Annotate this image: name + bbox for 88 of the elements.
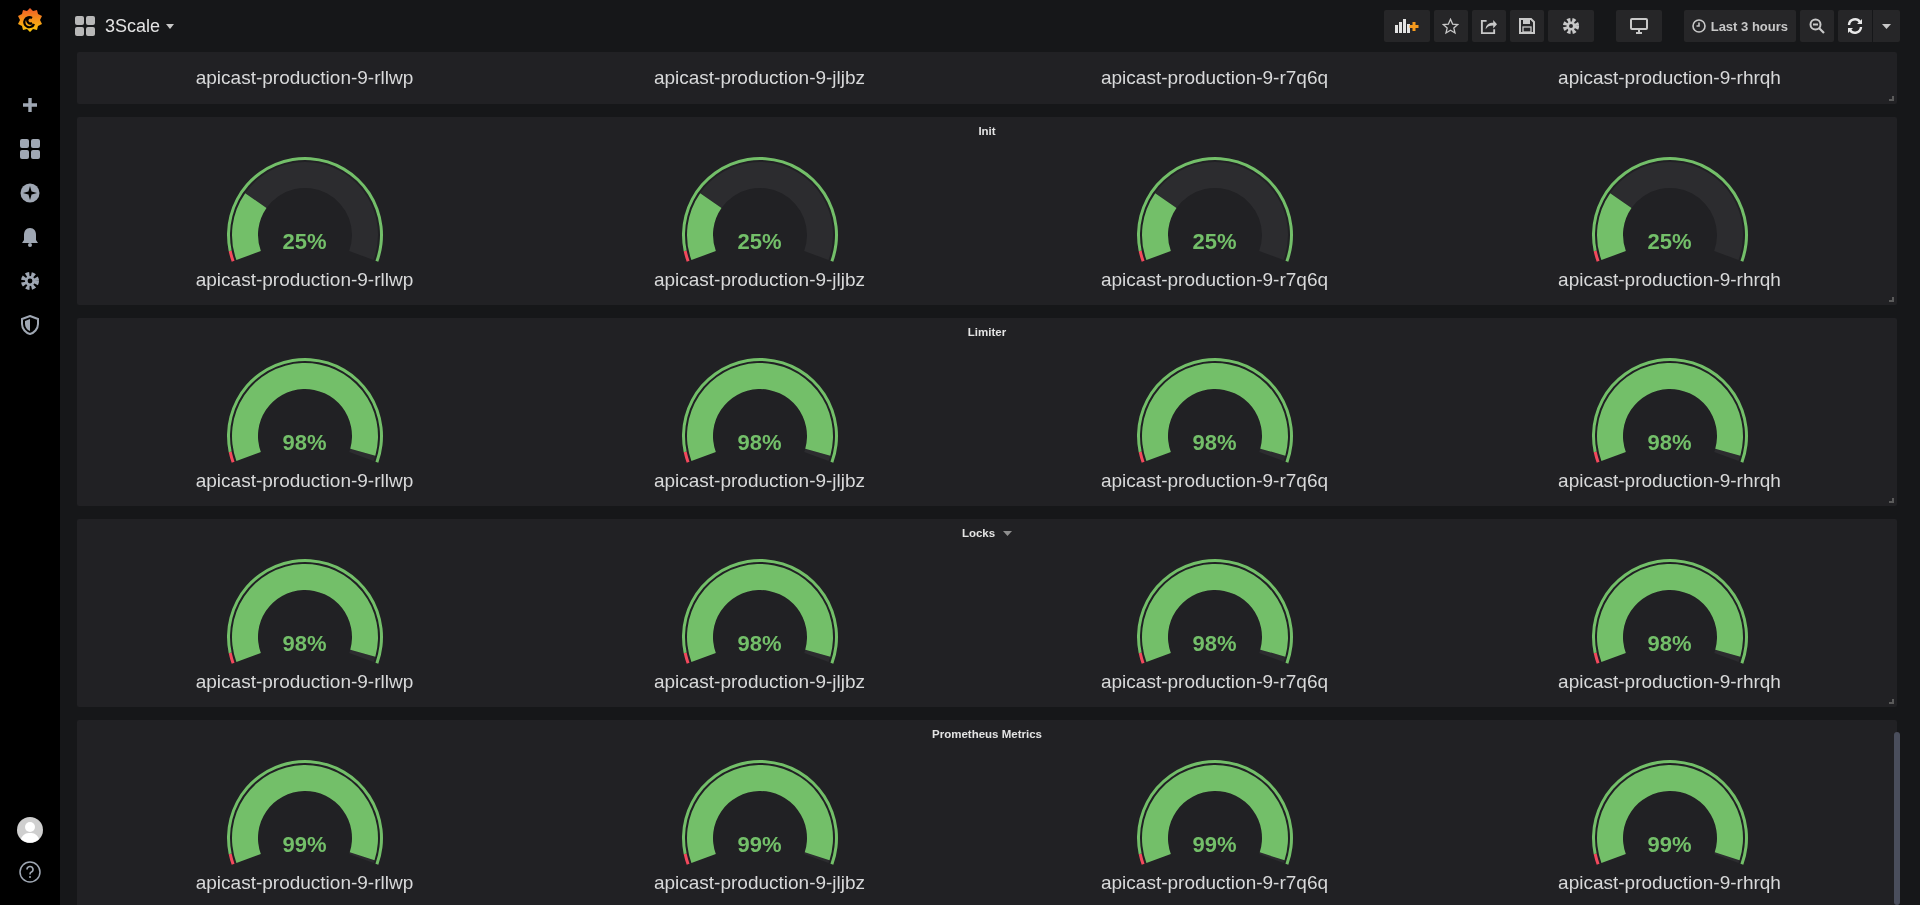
gauge-track — [1713, 649, 1740, 662]
gauge-value: 25% — [282, 229, 327, 255]
scrollbar-thumb[interactable] — [1894, 732, 1900, 905]
gauge-value: 98% — [1647, 430, 1692, 456]
shield-icon[interactable] — [19, 314, 41, 336]
settings-button[interactable] — [1547, 10, 1594, 42]
panel-title[interactable]: Init — [978, 125, 996, 137]
resize-handle-icon[interactable] — [1889, 699, 1894, 704]
series-name: apicast-production-9-r7q6q — [1100, 469, 1329, 493]
gauge-value: 99% — [737, 832, 782, 858]
zoom-out-icon — [1809, 18, 1825, 34]
series-name: apicast-production-9-r7q6q — [1100, 268, 1329, 292]
avatar-icon[interactable] — [17, 817, 43, 843]
add-panel-button[interactable] — [1383, 10, 1430, 42]
monitor-icon — [1629, 18, 1648, 34]
star-icon — [1442, 17, 1460, 35]
gauge-value: 98% — [1192, 430, 1237, 456]
series-name: apicast-production-9-r7q6q — [1100, 871, 1329, 895]
series-name: apicast-production-9-r7q6q — [1100, 670, 1329, 694]
gauge-value: 98% — [1192, 631, 1237, 657]
gear-icon — [1561, 17, 1580, 35]
panel-title[interactable]: Limiter — [967, 326, 1007, 338]
gauge-value: 98% — [737, 430, 782, 456]
time-range-button[interactable]: Last 3 hours — [1683, 10, 1796, 42]
compass-icon[interactable] — [19, 182, 41, 204]
panel-title[interactable]: Locks — [961, 527, 996, 539]
gauge-track — [348, 852, 374, 863]
refresh-icon — [1847, 18, 1863, 34]
caret-icon — [1882, 23, 1891, 29]
gauge-value: 98% — [282, 631, 327, 657]
series-name: apicast-production-9-rhrqh — [1558, 469, 1781, 493]
gauge-track — [1258, 649, 1285, 662]
resize-handle-icon[interactable] — [1889, 498, 1894, 503]
bell-icon[interactable] — [19, 226, 41, 248]
gauge-value: 98% — [1647, 631, 1692, 657]
gauge-track — [1713, 448, 1740, 461]
tv-mode-button[interactable] — [1615, 10, 1662, 42]
resize-handle-icon[interactable] — [1889, 297, 1894, 302]
gauge-value: 99% — [1647, 832, 1692, 858]
clock-icon — [1691, 19, 1706, 33]
series-name: apicast-production-9-rllwp — [195, 66, 414, 90]
caret-icon[interactable] — [1003, 530, 1013, 536]
series-name: apicast-production-9-rhrqh — [1558, 871, 1781, 895]
resize-handle-icon[interactable] — [1889, 96, 1894, 101]
dashboards-icon[interactable] — [19, 138, 41, 160]
series-name: apicast-production-9-rhrqh — [1558, 670, 1781, 694]
gauge-value: 25% — [1647, 229, 1692, 255]
save-button[interactable] — [1509, 10, 1544, 42]
series-name: apicast-production-9-jljbz — [653, 469, 866, 493]
gauge-value: 99% — [1192, 832, 1237, 858]
gauge-value: 99% — [282, 832, 327, 858]
dashboard-title[interactable]: 3Scale — [105, 15, 175, 37]
refresh-button[interactable] — [1838, 10, 1872, 42]
zoom-out-button[interactable] — [1800, 10, 1834, 42]
gauge-value: 98% — [282, 430, 327, 456]
gauge-track — [1258, 852, 1284, 863]
series-name: apicast-production-9-jljbz — [653, 66, 866, 90]
gear-icon[interactable] — [19, 270, 41, 292]
gauge-track — [803, 448, 830, 461]
gauge-track — [1713, 852, 1739, 863]
series-name: apicast-production-9-jljbz — [653, 670, 866, 694]
gauge-track — [803, 649, 830, 662]
help-icon[interactable] — [19, 861, 41, 883]
panel-title[interactable]: Prometheus Metrics — [932, 728, 1042, 740]
save-icon — [1518, 18, 1535, 34]
series-name: apicast-production-9-rllwp — [195, 268, 414, 292]
gauge-track — [348, 448, 375, 461]
series-name: apicast-production-9-rhrqh — [1558, 268, 1781, 292]
gauge-track — [348, 649, 375, 662]
series-name: apicast-production-9-rllwp — [195, 871, 414, 895]
caret-icon — [166, 23, 175, 29]
series-name: apicast-production-9-jljbz — [653, 268, 866, 292]
star-button[interactable] — [1433, 10, 1468, 42]
series-name: apicast-production-9-rllwp — [195, 469, 414, 493]
dashboard-grid-icon — [75, 16, 95, 36]
gauge-value: 25% — [737, 229, 782, 255]
gauge-value: 98% — [737, 631, 782, 657]
share-button[interactable] — [1471, 10, 1506, 42]
bar-chart-plus-icon — [1394, 19, 1419, 33]
refresh-interval-dropdown[interactable] — [1872, 10, 1900, 42]
gauge-track — [803, 852, 829, 863]
share-icon — [1480, 17, 1498, 35]
gauge-track — [1258, 448, 1285, 461]
series-name: apicast-production-9-r7q6q — [1100, 66, 1329, 90]
series-name: apicast-production-9-jljbz — [653, 871, 866, 895]
series-name: apicast-production-9-rhrqh — [1558, 66, 1781, 90]
series-name: apicast-production-9-rllwp — [195, 670, 414, 694]
gauge-value: 25% — [1192, 229, 1237, 255]
